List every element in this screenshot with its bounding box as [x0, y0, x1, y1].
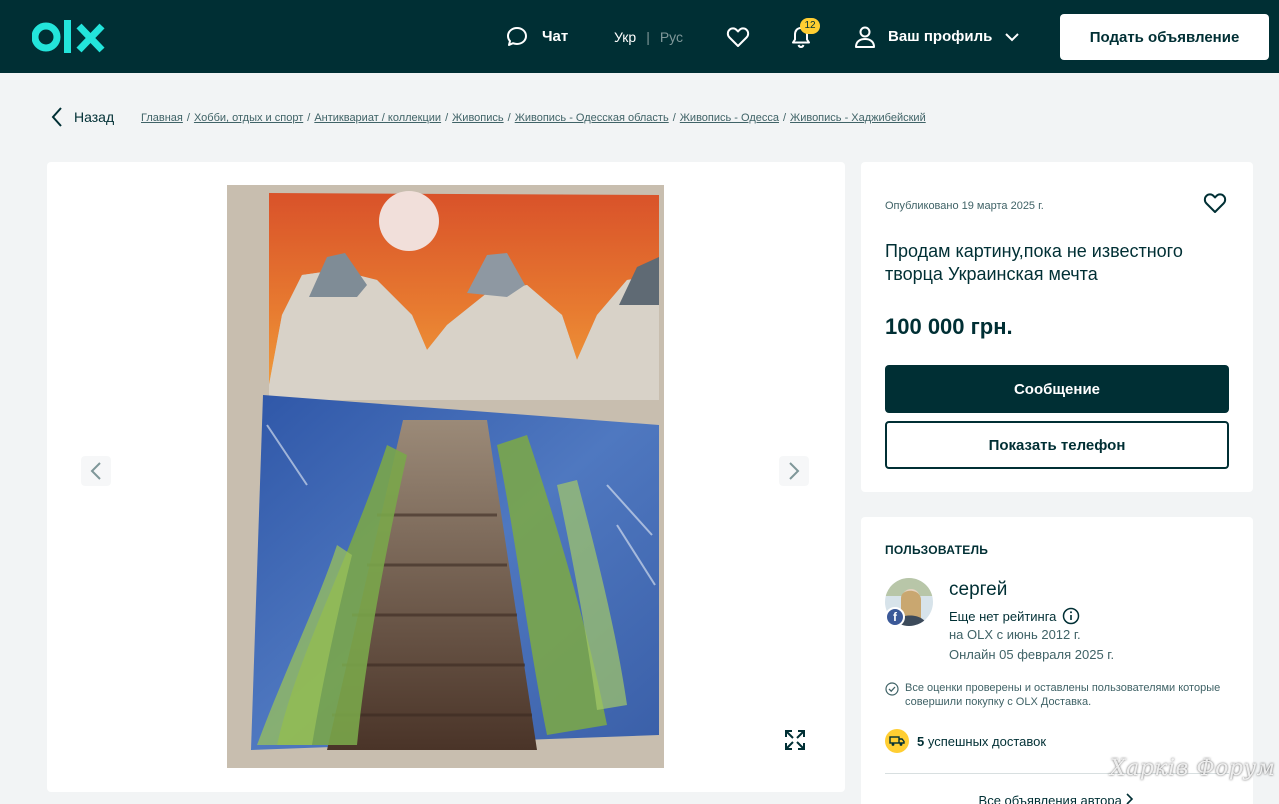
- seller-name[interactable]: сергей: [949, 579, 1007, 601]
- seller-member-since: на OLX с июнь 2012 г.: [949, 627, 1081, 642]
- breadcrumb-item-painting-odesa-region[interactable]: Живопись - Одесская область: [515, 112, 669, 124]
- back-label: Назад: [74, 109, 115, 125]
- watermark: Харків Форум: [1110, 756, 1276, 781]
- seller-rating: Еще нет рейтинга: [949, 607, 1080, 625]
- truck-icon: [885, 729, 909, 753]
- chevron-left-icon: [51, 107, 62, 127]
- chat-label: Чат: [542, 28, 569, 45]
- chevron-right-icon: [1126, 793, 1134, 804]
- facebook-verified-icon: f: [885, 607, 905, 627]
- user-icon: [855, 26, 875, 48]
- chat-link[interactable]: Чат: [506, 0, 568, 73]
- successful-deliveries: 5 успешных доставок: [885, 729, 1046, 753]
- all-ads-label: Все объявления автора: [978, 793, 1122, 804]
- lang-separator: |: [646, 28, 650, 45]
- heart-icon: [1203, 193, 1227, 213]
- notifications-badge: 12: [800, 18, 820, 34]
- verified-note-text: Все оценки проверены и оставлены пользов…: [905, 682, 1221, 708]
- ad-photo-painting[interactable]: [227, 185, 664, 768]
- profile-menu[interactable]: Ваш профиль: [854, 0, 1020, 73]
- photo-gallery: [47, 162, 845, 792]
- fullscreen-button[interactable]: [779, 724, 811, 756]
- breadcrumb-item-painting[interactable]: Живопись: [452, 112, 503, 124]
- chevron-right-icon: [789, 462, 800, 480]
- olx-logo[interactable]: [32, 18, 106, 56]
- lang-rus[interactable]: Рус: [660, 29, 683, 45]
- chevron-left-icon: [90, 462, 101, 480]
- ad-price: 100 000 грн.: [885, 314, 1013, 339]
- post-ad-button[interactable]: Подать объявление: [1060, 14, 1269, 60]
- seller-rating-text: Еще нет рейтинга: [949, 608, 1057, 624]
- ad-info-card: Опубликовано 19 марта 2025 г. Продам кар…: [861, 162, 1253, 492]
- deliveries-label: успешных доставок: [927, 733, 1047, 749]
- next-photo-button[interactable]: [779, 456, 809, 486]
- previous-photo-button[interactable]: [81, 456, 111, 486]
- add-to-favorites-button[interactable]: [1203, 192, 1227, 219]
- info-icon[interactable]: [1062, 607, 1080, 625]
- favorites-button[interactable]: [726, 0, 750, 73]
- heart-icon: [726, 26, 750, 47]
- back-link[interactable]: Назад: [50, 106, 114, 128]
- language-switcher: Укр | Рус: [614, 0, 683, 73]
- chevron-down-icon: [1005, 32, 1020, 41]
- deliveries-count: 5: [917, 733, 925, 749]
- ad-title: Продам картину,пока не известного творца…: [885, 241, 1183, 284]
- show-phone-button[interactable]: Показать телефон: [885, 421, 1229, 469]
- seller-section-title: ПОЛЬЗОВАТЕЛЬ: [885, 543, 989, 557]
- lang-ukr[interactable]: Укр: [614, 29, 636, 45]
- top-header: Чат Укр | Рус 12 Ваш профиль Подать объя…: [0, 0, 1279, 73]
- all-seller-ads-link[interactable]: Все объявления автора: [861, 793, 1253, 804]
- notifications-button[interactable]: [790, 0, 812, 73]
- published-date: Опубликовано 19 марта 2025 г.: [885, 200, 1044, 212]
- breadcrumb-item-painting-odesa[interactable]: Живопись - Одесса: [680, 112, 779, 124]
- check-circle-icon: [885, 682, 899, 696]
- chat-bubble-icon: [507, 26, 527, 46]
- seller-last-online: Онлайн 05 февраля 2025 г.: [949, 647, 1115, 662]
- breadcrumb-item-home[interactable]: Главная: [141, 112, 183, 124]
- verified-note: Все оценки проверены и оставлены пользов…: [885, 681, 1225, 709]
- breadcrumb-item-hobby[interactable]: Хобби, отдых и спорт: [194, 112, 303, 124]
- profile-label: Ваш профиль: [888, 28, 993, 45]
- expand-icon: [785, 730, 805, 750]
- breadcrumb-item-antiques[interactable]: Антиквариат / коллекции: [314, 112, 441, 124]
- breadcrumb-item-painting-khadzhibeyskyi[interactable]: Живопись - Хаджибейский: [790, 112, 926, 124]
- breadcrumb: Главная / Хобби, отдых и спорт / Антиквариат…: [141, 112, 926, 124]
- message-button[interactable]: Сообщение: [885, 365, 1229, 413]
